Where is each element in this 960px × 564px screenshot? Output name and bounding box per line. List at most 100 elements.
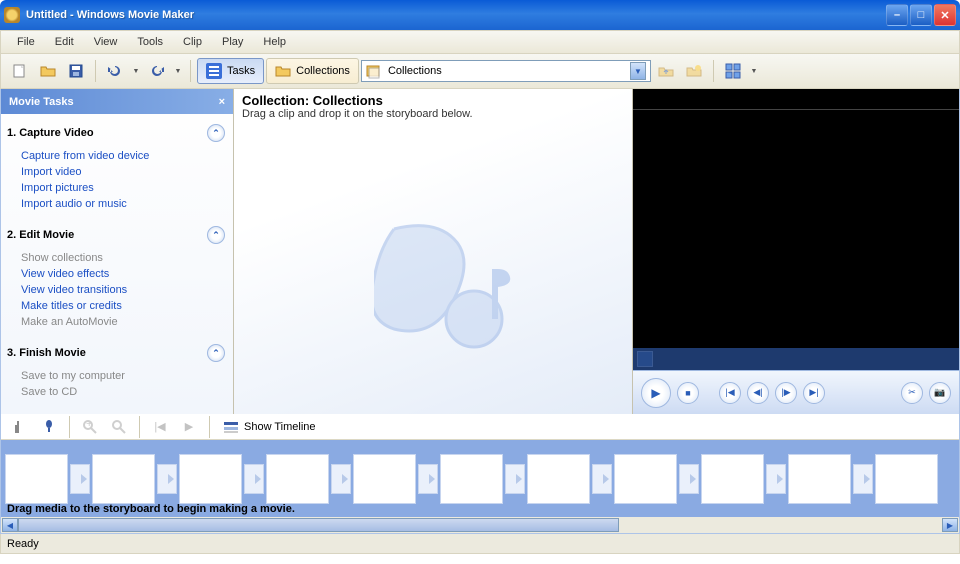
collections-select[interactable]: Collections ▼ [361,60,651,82]
storyboard-clip[interactable] [266,454,329,504]
task-import-video[interactable]: Import video [21,164,225,180]
maximize-button[interactable]: □ [910,4,932,26]
storyboard-transition[interactable] [157,464,177,494]
storyboard-transition[interactable] [853,464,873,494]
chevron-up-icon[interactable]: ⌃ [207,344,225,362]
play-button[interactable]: ▶ [641,378,671,408]
task-show-collections[interactable]: Show collections [21,250,225,266]
next-button[interactable]: ▶| [803,382,825,404]
storyboard-clip[interactable] [353,454,416,504]
task-pane-scroll[interactable]: 1. Capture Video ⌃ Capture from video de… [1,114,233,414]
menu-clip[interactable]: Clip [175,33,210,51]
status-text: Ready [7,538,39,550]
storyboard-transition[interactable] [679,464,699,494]
redo-button[interactable] [144,58,170,84]
task-import-audio[interactable]: Import audio or music [21,196,225,212]
menu-help[interactable]: Help [255,33,294,51]
window-title: Untitled - Windows Movie Maker [26,9,886,21]
scroll-right-button[interactable]: ▶ [942,518,958,532]
minimize-button[interactable]: – [886,4,908,26]
collection-hint: Drag a clip and drop it on the storyboar… [242,108,624,120]
task-group-finish[interactable]: 3. Finish Movie ⌃ [7,340,225,366]
storyboard-strip[interactable]: Drag media to the storyboard to begin ma… [1,440,959,517]
close-button[interactable]: ✕ [934,4,956,26]
fullscreen-button[interactable] [637,351,653,367]
rewind-storyboard-button[interactable]: |◀ [147,414,173,440]
storyboard-hint: Drag media to the storyboard to begin ma… [7,503,295,515]
task-capture-device[interactable]: Capture from video device [21,148,225,164]
narrate-button[interactable] [36,414,62,440]
storyboard-clip[interactable] [701,454,764,504]
task-save-cd[interactable]: Save to CD [21,384,225,400]
step-back-button[interactable]: ◀| [747,382,769,404]
play-storyboard-button[interactable]: ▶ [176,414,202,440]
task-pane-close-button[interactable]: × [219,96,225,108]
new-project-button[interactable] [7,58,33,84]
save-button[interactable] [63,58,89,84]
prev-button[interactable]: |◀ [719,382,741,404]
chevron-up-icon[interactable]: ⌃ [207,226,225,244]
redo-dropdown[interactable]: ▼ [172,58,184,84]
storyboard-transition[interactable] [418,464,438,494]
step-fwd-button[interactable]: |▶ [775,382,797,404]
storyboard-transition[interactable] [331,464,351,494]
task-group-capture[interactable]: 1. Capture Video ⌃ [7,120,225,146]
menu-file[interactable]: File [9,33,43,51]
storyboard-clip[interactable] [179,454,242,504]
tasks-toggle-button[interactable]: Tasks [197,58,264,84]
storyboard-transition[interactable] [70,464,90,494]
set-audio-button[interactable] [7,414,33,440]
storyboard-clip[interactable] [527,454,590,504]
preview-monitor [633,89,959,348]
storyboard-transition[interactable] [505,464,525,494]
svg-text:+: + [86,419,92,430]
task-group-edit[interactable]: 2. Edit Movie ⌃ [7,222,225,248]
new-folder-button[interactable] [681,58,707,84]
storyboard-clip[interactable] [92,454,155,504]
task-video-transitions[interactable]: View video transitions [21,282,225,298]
snapshot-button[interactable]: 📷 [929,382,951,404]
menu-view[interactable]: View [86,33,126,51]
filmstrip-art-icon [374,209,534,369]
storyboard-clip[interactable] [5,454,68,504]
show-timeline-button[interactable]: Show Timeline [217,416,322,438]
storyboard-hscroll[interactable]: ◀ ▶ [1,517,959,533]
open-button[interactable] [35,58,61,84]
storyboard-clip[interactable] [788,454,851,504]
undo-dropdown[interactable]: ▼ [130,58,142,84]
preview-controls: ▶ ■ |◀ ◀| |▶ ▶| ✂ 📷 [633,370,959,414]
task-video-effects[interactable]: View video effects [21,266,225,282]
menu-edit[interactable]: Edit [47,33,82,51]
zoom-in-button[interactable]: + [77,414,103,440]
storyboard-transition[interactable] [766,464,786,494]
collections-select-value: Collections [388,65,442,77]
storyboard-transition[interactable] [244,464,264,494]
undo-button[interactable] [102,58,128,84]
scroll-thumb[interactable] [18,518,619,532]
stop-button[interactable]: ■ [677,382,699,404]
app-icon [4,7,20,23]
chevron-up-icon[interactable]: ⌃ [207,124,225,142]
task-pane-header: Movie Tasks × [1,89,233,114]
dropdown-arrow-icon[interactable]: ▼ [630,62,646,80]
zoom-out-button[interactable] [106,414,132,440]
tasks-label: Tasks [227,65,255,77]
task-titles-credits[interactable]: Make titles or credits [21,298,225,314]
storyboard-clip[interactable] [875,454,938,504]
collections-toggle-button[interactable]: Collections [266,58,359,84]
task-import-pictures[interactable]: Import pictures [21,180,225,196]
storyboard-clip[interactable] [614,454,677,504]
view-dropdown[interactable]: ▼ [748,58,760,84]
storyboard-clip[interactable] [440,454,503,504]
task-automovie[interactable]: Make an AutoMovie [21,314,225,330]
menu-tools[interactable]: Tools [129,33,171,51]
timeline-icon [223,419,239,435]
task-save-computer[interactable]: Save to my computer [21,368,225,384]
preview-pane: ▶ ■ |◀ ◀| |▶ ▶| ✂ 📷 [633,89,959,414]
up-folder-button[interactable] [653,58,679,84]
scroll-left-button[interactable]: ◀ [2,518,18,532]
menu-play[interactable]: Play [214,33,251,51]
view-button[interactable] [720,58,746,84]
split-button[interactable]: ✂ [901,382,923,404]
storyboard-transition[interactable] [592,464,612,494]
